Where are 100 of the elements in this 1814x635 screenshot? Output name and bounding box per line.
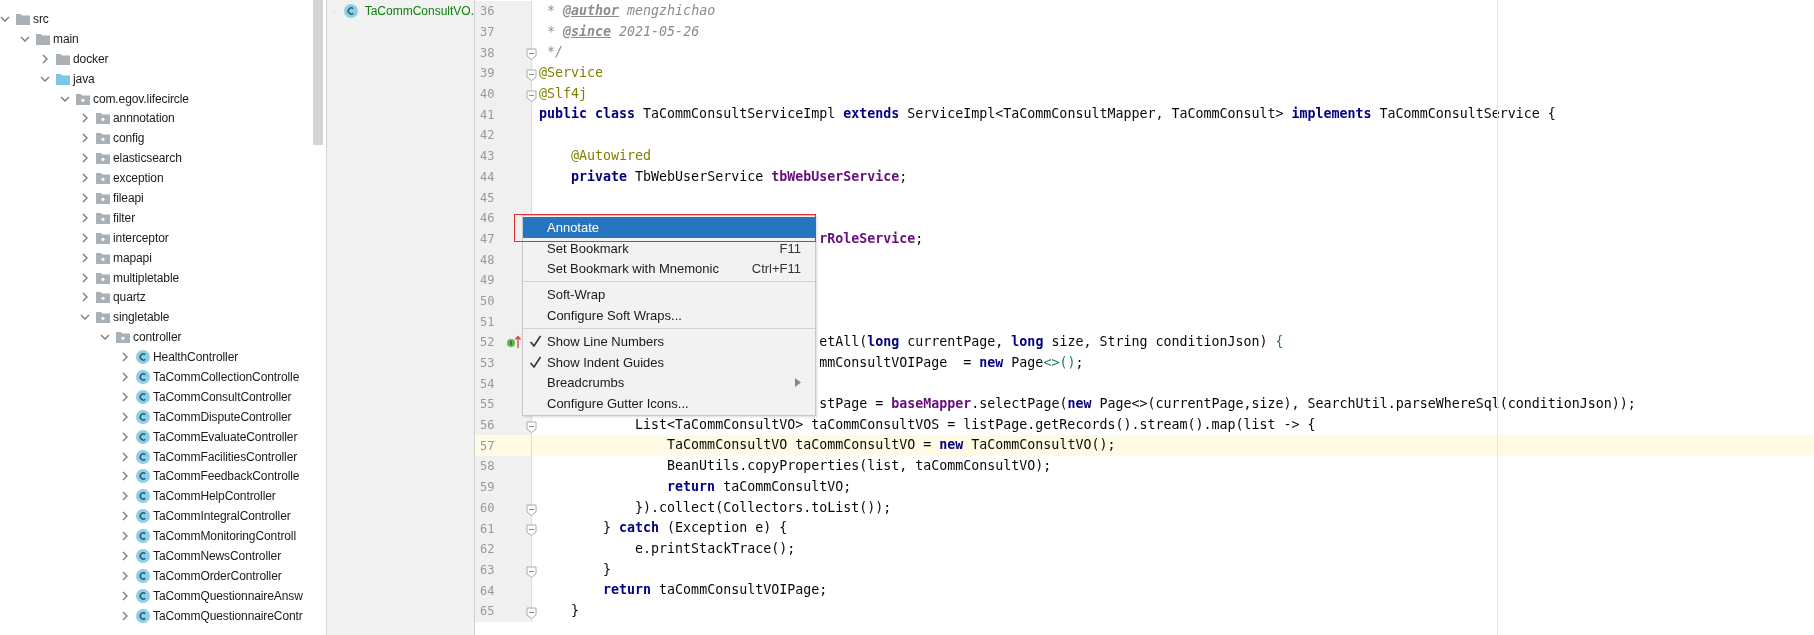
class-icon (135, 388, 151, 405)
code-line: } catch (Exception e) { (603, 519, 788, 538)
code-line: */ (547, 43, 564, 62)
menu-item[interactable]: Set Bookmark with Mnemonic Ctrl+F11 (523, 258, 815, 280)
tree-item[interactable]: HealthController (153, 350, 239, 365)
tree-item[interactable]: TaCommFacilitiesController (153, 449, 298, 464)
tree-item[interactable]: quartz (113, 290, 146, 305)
code-line: e.printStackTrace(); (635, 539, 796, 558)
code-line: mmConsultVOIPage = new Page<>(); (819, 353, 1084, 372)
line-number: 47 (479, 231, 496, 246)
code-line: } (603, 560, 612, 579)
tree-item[interactable]: interceptor (113, 230, 169, 245)
line-number: 50 (479, 293, 496, 308)
code-line: List<TaCommConsultVO> taCommConsultVOS = listPage.getRecords().stream().map(list -> { (635, 415, 1316, 434)
tree-item[interactable]: TaCommHelpController (153, 489, 276, 504)
class-icon (135, 349, 151, 366)
code-line: BeanUtils.copyProperties(list, taCommConsultVO); (667, 457, 1052, 476)
menu-item[interactable]: Soft-Wrap (523, 284, 815, 306)
check-icon (529, 355, 542, 369)
menu-item[interactable]: Breadcrumbs (523, 372, 815, 394)
tree-item[interactable]: com.egov.lifecircle (93, 91, 189, 106)
tree-item[interactable]: exception (113, 171, 164, 186)
code-line: etAll(long currentPage, long size, String conditionJson) { (819, 333, 1284, 351)
fold-icon[interactable] (526, 524, 537, 537)
fold-icon[interactable] (526, 48, 537, 61)
menu-item[interactable]: Show Indent Guides (523, 351, 815, 373)
line-number: 52 (479, 335, 496, 350)
tree-item[interactable]: annnotation (113, 111, 175, 126)
tree-item[interactable]: elasticsearch (113, 151, 182, 166)
line-number: 43 (479, 149, 496, 164)
menu-item[interactable]: Configure Gutter Icons... (523, 393, 815, 415)
tree-item[interactable]: filter (113, 210, 136, 225)
code-line: * @author mengzhichao (547, 2, 716, 20)
tree-item[interactable]: multipletable (113, 270, 180, 285)
line-number: 39 (479, 66, 496, 81)
tree-item[interactable]: main (53, 31, 79, 46)
menu-item[interactable]: Annotate (523, 217, 815, 238)
line-number: 42 (479, 128, 496, 143)
tree-item[interactable]: TaCommCollectionControlle (153, 369, 300, 384)
fold-icon[interactable] (526, 503, 537, 516)
tree-item[interactable]: TaCommEvaluateController (153, 429, 298, 444)
line-number: 45 (479, 190, 496, 205)
code-line: } (571, 601, 580, 620)
menu-item[interactable]: Set Bookmark F11 (523, 237, 815, 259)
class-icon (135, 408, 151, 425)
fold-icon[interactable] (526, 420, 537, 433)
tree-item[interactable]: TaCommOrderController (153, 568, 282, 583)
line-number: 38 (479, 45, 496, 60)
submenu-arrow-icon (794, 378, 801, 388)
tree-item[interactable]: java (73, 71, 95, 86)
tree-item[interactable]: singletable (113, 310, 170, 325)
line-number: 56 (479, 418, 496, 433)
tree-item[interactable]: config (113, 131, 145, 146)
tree-item[interactable]: TaCommQuestionnaireContr (153, 608, 303, 623)
tree-item[interactable]: TaCommQuestionnaireAnsw (153, 588, 303, 603)
circle-arrow-icon[interactable] (506, 335, 522, 350)
code-line: * @since 2021-05-26 (547, 22, 700, 41)
tree-item[interactable]: TaCommFeedbackControlle (153, 469, 300, 484)
tree-item[interactable]: docker (73, 51, 109, 66)
class-icon (135, 448, 151, 465)
package-icon (95, 289, 111, 306)
menu-item[interactable]: Show Line Numbers (523, 331, 815, 352)
package-icon (95, 170, 111, 187)
tree-item[interactable]: mapapi (113, 250, 152, 265)
class-icon (135, 548, 151, 564)
code-line: return taCommConsultVOIPage; (603, 581, 828, 600)
class-icon (135, 508, 151, 525)
line-number: 54 (479, 376, 496, 391)
class-icon (135, 488, 151, 505)
code-line: @Autowired (571, 146, 652, 165)
line-number: 41 (479, 107, 496, 122)
class-icon (135, 607, 151, 624)
tree-item[interactable]: controller (133, 330, 182, 345)
tree-item[interactable]: TaCommNewsController (153, 549, 282, 563)
code-line: TaCommConsultVO taCommConsultVO = new TaCommConsultVO(); (667, 436, 1116, 455)
tree-item[interactable]: TaCommConsultController (153, 389, 292, 404)
package-icon (95, 309, 111, 326)
line-number: 55 (479, 397, 496, 412)
class-icon (135, 587, 151, 604)
tree-item[interactable]: src (33, 11, 49, 26)
tree-item[interactable]: fileapi (113, 190, 144, 205)
line-number: 57 (479, 438, 496, 453)
fold-icon[interactable] (526, 565, 537, 578)
line-number: 44 (479, 169, 496, 184)
fold-icon[interactable] (526, 606, 537, 619)
menu-item[interactable]: Configure Soft Wraps... (523, 305, 815, 326)
tree-item[interactable]: TaCommDisputeController (153, 409, 292, 424)
scrollbar[interactable] (313, 0, 323, 145)
line-number: 58 (479, 459, 496, 474)
shortcut-label: F11 (779, 240, 801, 256)
line-number: 49 (479, 273, 496, 288)
fold-icon[interactable] (526, 89, 537, 102)
tree-item[interactable]: TaCommIntegralController (153, 509, 291, 524)
line-number: 61 (479, 521, 496, 536)
fold-icon[interactable] (526, 69, 537, 82)
check-icon (529, 335, 542, 348)
code-line: stPage = baseMapper.selectPage(new Page<>(currentPage,size), SearchUtil.parseWhereSql(conditionJson)); (819, 395, 1636, 414)
class-icon (342, 3, 359, 19)
tree-item[interactable]: TaCommMonitoringControll (153, 529, 296, 544)
line-number: 64 (479, 583, 496, 598)
